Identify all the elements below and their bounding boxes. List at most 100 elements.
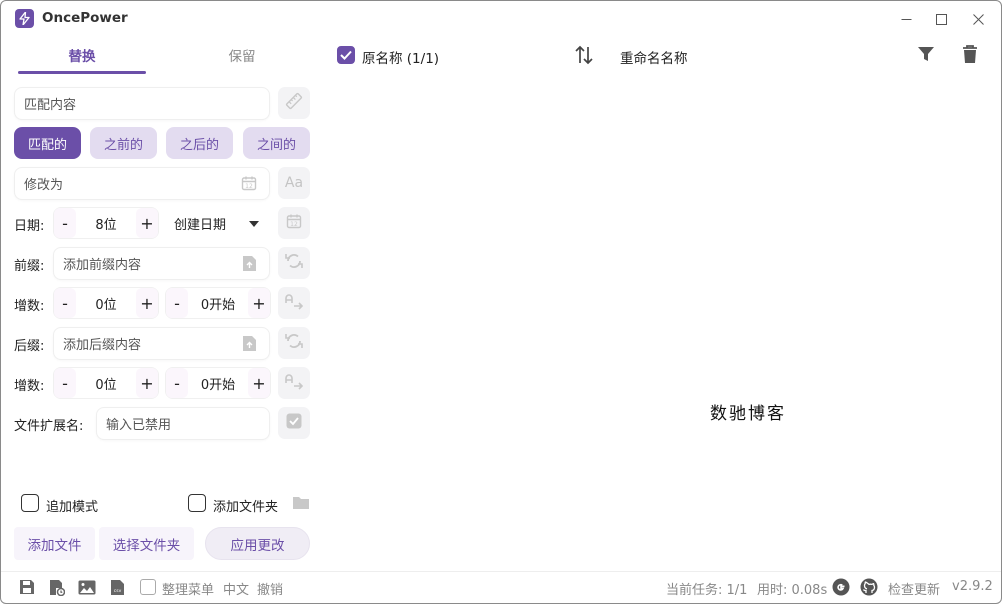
csv-file-icon[interactable]: csv (108, 578, 126, 596)
filter-icon[interactable] (917, 45, 935, 67)
mode-matched-button[interactable]: 匹配的 (14, 127, 81, 159)
undo-button[interactable]: 撤销 (257, 579, 283, 598)
suffix-label: 后缀: (14, 339, 45, 354)
increment-button[interactable]: + (136, 368, 158, 398)
caret-down-icon (249, 216, 259, 231)
date-calendar-button[interactable]: 12 (278, 207, 310, 239)
language-button[interactable]: 中文 (223, 579, 249, 598)
decrement-button[interactable]: - (54, 288, 76, 318)
decrement-button[interactable]: - (166, 288, 188, 318)
github-icon[interactable] (860, 578, 878, 596)
trash-icon[interactable] (962, 44, 978, 68)
current-task-text: 当前任务: 1/1 (666, 583, 748, 598)
extension-toggle-button[interactable] (278, 407, 310, 439)
prefix-increment-label: 增数: (14, 299, 45, 314)
date-type-value: 创建日期 (174, 217, 227, 233)
ruler-icon (285, 92, 303, 114)
select-all-checkbox[interactable] (337, 46, 355, 64)
prefix-start-value: 0开始 (200, 297, 236, 313)
add-folder-checkbox[interactable] (188, 494, 206, 512)
folder-icon[interactable] (292, 495, 310, 514)
extension-input[interactable]: 输入已禁用 (96, 407, 270, 440)
suffix-refresh-button[interactable] (278, 327, 310, 359)
suffix-input[interactable]: 添加后缀内容 (53, 327, 270, 360)
prefix-placeholder: 添加前缀内容 (63, 258, 142, 273)
date-digits-stepper[interactable]: - 8位 + (53, 207, 159, 239)
append-mode-label: 追加模式 (46, 500, 99, 515)
app-logo-icon (15, 9, 34, 28)
decrement-button[interactable]: - (54, 368, 76, 398)
decrement-button[interactable]: - (54, 208, 76, 238)
svg-text:csv: csv (113, 589, 121, 594)
suffix-start-value: 0开始 (200, 377, 236, 393)
prefix-input[interactable]: 添加前缀内容 (53, 247, 270, 280)
extension-label: 文件扩展名: (14, 419, 84, 434)
select-folder-button[interactable]: 选择文件夹 (99, 527, 194, 560)
original-name-header: 原名称 (1/1) (362, 51, 440, 67)
file-upload-icon[interactable] (242, 335, 257, 356)
mode-after-button[interactable]: 之后的 (166, 127, 233, 159)
ruler-button[interactable] (278, 87, 310, 119)
prefix-digits-value: 0位 (95, 297, 117, 313)
sort-alpha-icon (284, 292, 304, 314)
prefix-refresh-button[interactable] (278, 247, 310, 279)
check-update-button[interactable]: 检查更新 (888, 579, 940, 598)
google-icon[interactable] (832, 578, 850, 596)
prefix-label: 前缀: (14, 259, 45, 274)
append-mode-checkbox[interactable] (21, 494, 39, 512)
calendar-icon[interactable]: 12 (241, 175, 257, 195)
close-button[interactable] (963, 6, 993, 32)
date-type-select[interactable]: 创建日期 (165, 207, 271, 239)
renamed-name-header: 重命名名称 (620, 51, 688, 67)
tidy-menu-checkbox[interactable] (140, 579, 156, 595)
minimize-button[interactable] (891, 6, 921, 32)
refresh-icon (284, 331, 304, 355)
elapsed-time-text: 用时: 0.08s (757, 583, 828, 598)
add-folder-label: 添加文件夹 (213, 500, 279, 515)
suffix-digits-stepper[interactable]: - 0位 + (53, 367, 159, 399)
save-icon[interactable] (18, 578, 36, 596)
tab-active-indicator (18, 71, 146, 74)
app-title: OncePower (42, 10, 128, 26)
increment-button[interactable]: + (136, 208, 158, 238)
case-button[interactable]: Aa (278, 167, 310, 199)
prefix-digits-stepper[interactable]: - 0位 + (53, 287, 159, 319)
file-history-icon[interactable] (48, 578, 66, 596)
replace-with-input[interactable]: 修改为 (14, 167, 270, 200)
suffix-start-stepper[interactable]: - 0开始 + (165, 367, 271, 399)
add-file-button[interactable]: 添加文件 (14, 527, 95, 560)
decrement-button[interactable]: - (166, 368, 188, 398)
mode-between-button[interactable]: 之间的 (243, 127, 310, 159)
suffix-increment-label: 增数: (14, 379, 45, 394)
replace-with-placeholder: 修改为 (24, 178, 64, 193)
refresh-icon (284, 251, 304, 275)
watermark-text: 数驰博客 (710, 404, 786, 424)
version-text: v2.9.2 (952, 579, 993, 594)
tab-keep[interactable]: 保留 (178, 45, 306, 65)
image-icon[interactable] (78, 578, 96, 596)
sort-arrows-icon[interactable] (573, 44, 595, 70)
mode-before-button[interactable]: 之前的 (90, 127, 157, 159)
calendar-icon: 12 (286, 213, 302, 233)
increment-button[interactable]: + (136, 288, 158, 318)
maximize-button[interactable] (926, 6, 956, 32)
suffix-digits-value: 0位 (95, 377, 117, 393)
text-case-icon: Aa (284, 175, 304, 191)
increment-button[interactable]: + (248, 368, 270, 398)
file-upload-icon[interactable] (242, 255, 257, 276)
checkbox-checked-icon (286, 413, 302, 433)
svg-text:12: 12 (245, 183, 253, 190)
prefix-sort-button[interactable] (278, 287, 310, 319)
suffix-sort-button[interactable] (278, 367, 310, 399)
match-content-input[interactable]: 匹配内容 (14, 87, 270, 120)
app-window: OncePower 替换 保留 匹配内容 匹配的 之前的 之后的 之间的 修改为… (0, 0, 1002, 604)
prefix-start-stepper[interactable]: - 0开始 + (165, 287, 271, 319)
date-digits-value: 8位 (95, 217, 117, 233)
svg-text:12: 12 (290, 221, 298, 228)
file-list[interactable] (319, 79, 1001, 569)
apply-changes-button[interactable]: 应用更改 (205, 527, 310, 560)
tidy-menu-label: 整理菜单 (162, 583, 215, 598)
tab-replace[interactable]: 替换 (18, 45, 146, 65)
sort-alpha-icon (284, 372, 304, 394)
increment-button[interactable]: + (248, 288, 270, 318)
